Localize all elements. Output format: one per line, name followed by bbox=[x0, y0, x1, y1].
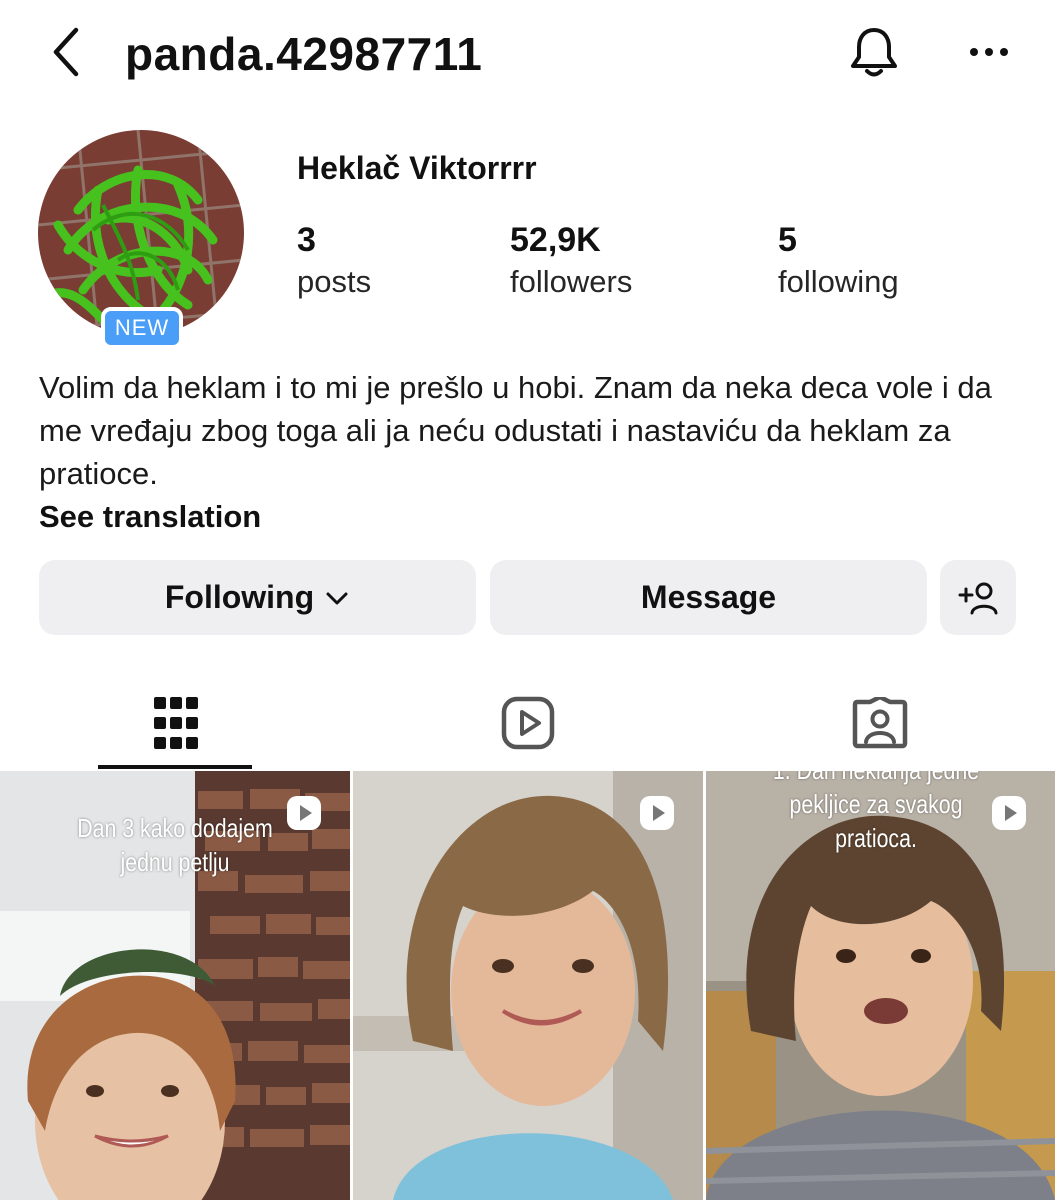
following-button-label: Following bbox=[164, 579, 315, 615]
posts-label: posts bbox=[297, 264, 372, 299]
notification-bell-icon[interactable] bbox=[842, 20, 906, 84]
reel-indicator-icon bbox=[287, 796, 321, 830]
following-button[interactable]: Following bbox=[39, 560, 476, 635]
posts-stat[interactable]: 3 posts bbox=[297, 218, 371, 302]
active-tab-indicator bbox=[98, 765, 252, 769]
see-translation-link[interactable]: See translation bbox=[39, 495, 261, 538]
reels-icon bbox=[501, 696, 555, 750]
reel-indicator-icon bbox=[992, 796, 1026, 830]
tab-reels[interactable] bbox=[352, 676, 704, 770]
profile-avatar[interactable] bbox=[38, 130, 244, 336]
add-user-icon bbox=[958, 582, 998, 614]
chevron-down-icon bbox=[326, 592, 348, 604]
display-name: Heklač Viktorrrr bbox=[297, 150, 537, 186]
post-thumbnail-1[interactable]: Dan 3 kako dodajem jednu petlju bbox=[0, 771, 350, 1200]
following-count: 5 bbox=[778, 221, 797, 259]
post-3-caption: 1. Dan heklanja jedne pekljice za svakog… bbox=[773, 771, 979, 853]
followers-stat[interactable]: 52,9K followers bbox=[510, 218, 632, 302]
post-1-caption: Dan 3 kako dodajem jednu petlju bbox=[77, 813, 273, 877]
more-options-icon[interactable] bbox=[955, 30, 1025, 74]
reel-indicator-icon bbox=[640, 796, 674, 830]
message-button-label: Message bbox=[640, 579, 777, 615]
message-button[interactable]: Message bbox=[490, 560, 927, 635]
following-stat[interactable]: 5 following bbox=[778, 218, 899, 302]
posts-count: 3 bbox=[297, 221, 316, 259]
profile-bio: Volim da heklam i to mi je prešlo u hobi… bbox=[39, 370, 992, 491]
followers-count: 52,9K bbox=[510, 221, 601, 259]
following-label: following bbox=[778, 264, 899, 299]
grid-icon bbox=[154, 697, 198, 749]
add-user-button[interactable] bbox=[940, 560, 1016, 635]
profile-username: panda.42987711 bbox=[125, 28, 483, 80]
post-thumbnail-2[interactable] bbox=[353, 771, 703, 1200]
followers-label: followers bbox=[510, 264, 633, 299]
avatar-yarn-image bbox=[38, 130, 244, 336]
tab-tagged[interactable] bbox=[704, 676, 1055, 770]
post-thumbnail-3[interactable]: 1. Dan heklanja jedne pekljice za svakog… bbox=[706, 771, 1055, 1200]
new-badge: NEW bbox=[101, 307, 183, 349]
tagged-icon bbox=[852, 697, 908, 749]
tab-grid[interactable] bbox=[0, 676, 352, 770]
post-2-image bbox=[353, 771, 703, 1200]
back-arrow-icon[interactable] bbox=[40, 22, 100, 82]
